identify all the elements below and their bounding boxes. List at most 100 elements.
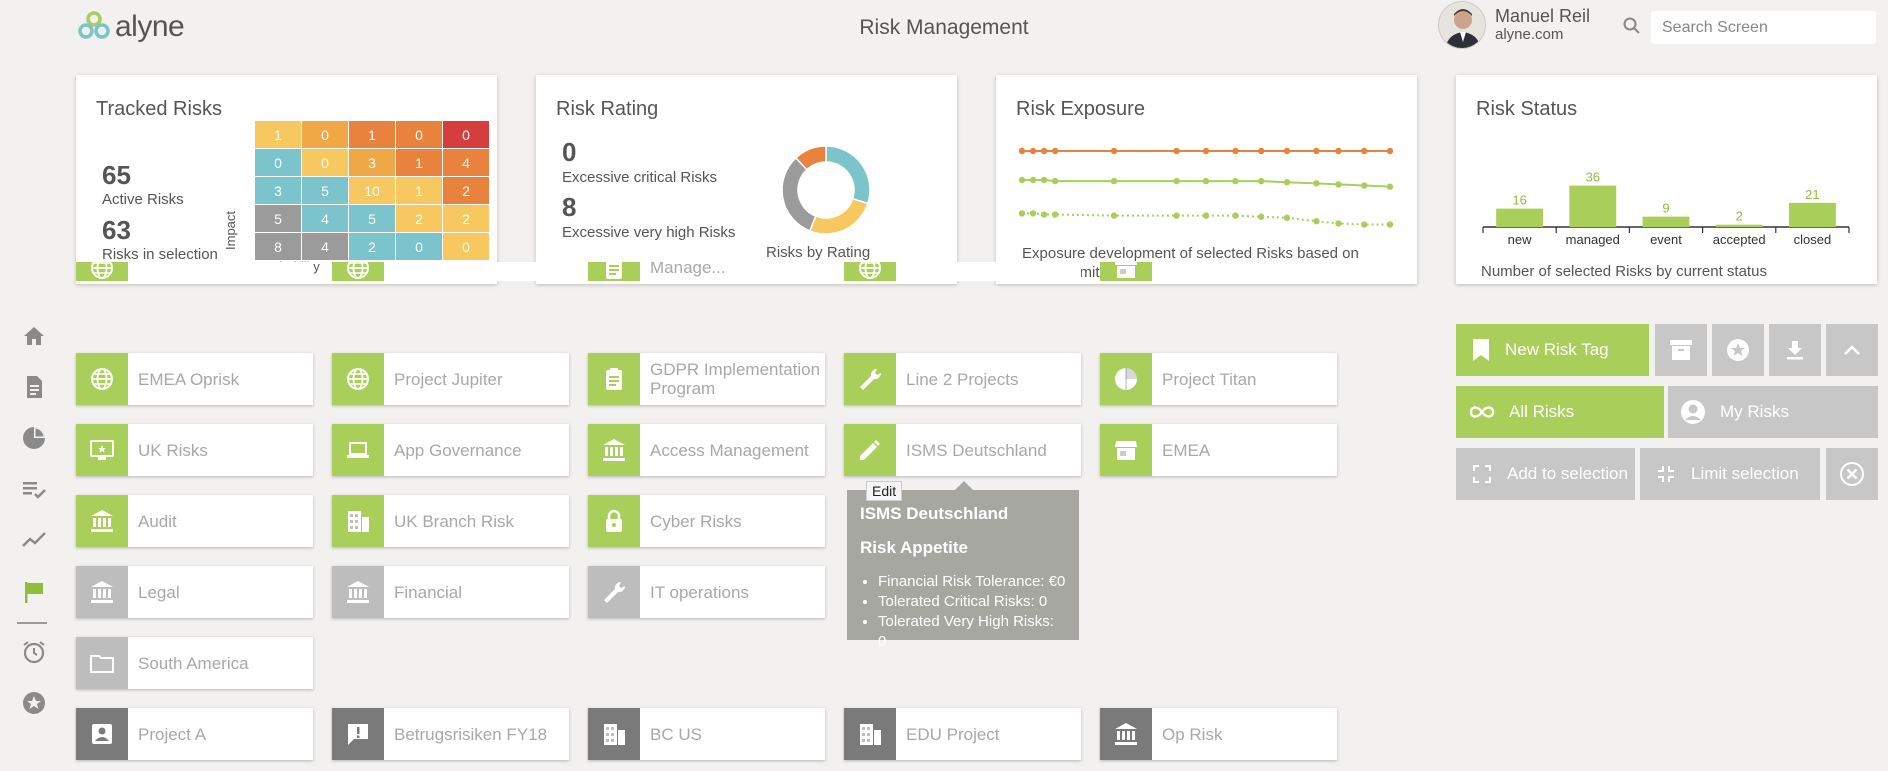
exposure-point[interactable]	[1051, 211, 1059, 218]
risk-rating-donut[interactable]	[776, 140, 876, 240]
my-risks-button[interactable]: My Risks	[1668, 386, 1878, 438]
exposure-point[interactable]	[1202, 212, 1210, 219]
exposure-point[interactable]	[1361, 147, 1368, 155]
exposure-point[interactable]	[1313, 180, 1320, 187]
matrix-cell[interactable]: 0	[443, 233, 489, 260]
status-bar[interactable]	[1496, 208, 1544, 227]
exposure-point[interactable]	[1283, 179, 1291, 186]
donut-slice[interactable]	[781, 156, 817, 232]
risk-tag-tile[interactable]: EDU Project	[844, 708, 1081, 760]
matrix-cell[interactable]: 8	[255, 233, 301, 260]
flag-icon[interactable]	[20, 578, 48, 606]
risk-tag-tile[interactable]: BC US	[588, 708, 825, 760]
risk-exposure-line-chart[interactable]	[1016, 145, 1396, 235]
matrix-cell[interactable]: 1	[349, 121, 395, 148]
risk-tag-tile[interactable]: Op Risk	[1100, 708, 1337, 760]
exposure-point[interactable]	[1202, 147, 1210, 155]
risk-tag-tile[interactable]: IT operations	[588, 566, 825, 618]
risk-tag-tile[interactable]: GDPR Implementation Program	[588, 353, 825, 405]
risk-tag-tile[interactable]: EMEA	[1100, 424, 1337, 476]
matrix-cell[interactable]: 5	[349, 205, 395, 232]
exposure-point[interactable]	[1029, 176, 1037, 184]
matrix-cell[interactable]: 4	[302, 205, 348, 232]
exposure-point[interactable]	[1283, 214, 1291, 222]
search-input[interactable]	[1651, 11, 1876, 44]
exposure-point[interactable]	[1258, 147, 1265, 155]
status-bar[interactable]	[1642, 216, 1690, 227]
exposure-point[interactable]	[1110, 212, 1118, 219]
matrix-cell[interactable]: 5	[302, 177, 348, 204]
exposure-point[interactable]	[1335, 181, 1342, 188]
pie-chart-icon[interactable]	[20, 424, 48, 452]
matrix-cell[interactable]: 3	[255, 177, 301, 204]
exposure-point[interactable]	[1173, 147, 1180, 155]
exposure-point[interactable]	[1386, 221, 1394, 228]
collapse-button[interactable]	[1826, 324, 1878, 376]
exposure-point[interactable]	[1173, 212, 1180, 219]
exposure-point[interactable]	[1040, 147, 1048, 155]
matrix-cell[interactable]: 0	[302, 121, 348, 148]
donut-slice[interactable]	[825, 145, 871, 205]
risk-tag-tile[interactable]: Project Titan	[1100, 353, 1337, 405]
matrix-cell[interactable]: 2	[443, 205, 489, 232]
matrix-cell[interactable]: 5	[255, 205, 301, 232]
exposure-point[interactable]	[1335, 220, 1342, 227]
risk-tag-tile[interactable]: Legal	[76, 566, 313, 618]
risk-rating-card[interactable]: Risk Rating 0 Excessive critical Risks 8…	[536, 75, 957, 284]
exposure-point[interactable]	[1040, 176, 1048, 184]
matrix-cell[interactable]: 0	[302, 149, 348, 176]
risk-tag-tile[interactable]: UK Risks	[76, 424, 313, 476]
exposure-point[interactable]	[1313, 218, 1320, 225]
matrix-cell[interactable]: 0	[255, 149, 301, 176]
risk-status-card[interactable]: Risk Status 16 36 9 2 21 new managed event acce…	[1456, 75, 1877, 284]
risk-tag-tile[interactable]: Cyber Risks	[588, 495, 825, 547]
risk-tag-tile[interactable]: Project Jupiter	[332, 353, 569, 405]
exposure-point[interactable]	[1018, 176, 1026, 184]
donut-slice[interactable]	[808, 197, 869, 235]
exposure-point[interactable]	[1110, 147, 1118, 155]
document-icon[interactable]	[20, 373, 48, 401]
exposure-point[interactable]	[1386, 147, 1394, 155]
star-icon[interactable]	[20, 689, 48, 717]
matrix-cell[interactable]: 4	[302, 233, 348, 260]
matrix-cell[interactable]: 2	[443, 177, 489, 204]
matrix-cell[interactable]: 10	[349, 177, 395, 204]
exposure-point[interactable]	[1029, 210, 1037, 217]
add-to-selection-button[interactable]: Add to selection	[1456, 448, 1635, 500]
risk-exposure-card[interactable]: Risk Exposure Exposure development of se…	[996, 75, 1417, 284]
exposure-point[interactable]	[1110, 177, 1118, 185]
limit-selection-button[interactable]: Limit selection	[1640, 448, 1820, 500]
matrix-cell[interactable]: 0	[443, 121, 489, 148]
search-icon[interactable]	[1622, 16, 1642, 36]
matrix-cell[interactable]: 1	[255, 121, 301, 148]
risk-tag-tile[interactable]: Financial	[332, 566, 569, 618]
risk-status-bar-chart[interactable]: 16 36 9 2 21	[1476, 160, 1856, 235]
archive-button[interactable]	[1655, 324, 1707, 376]
trend-icon[interactable]	[20, 526, 48, 554]
new-risk-tag-button[interactable]: New Risk Tag	[1456, 324, 1649, 376]
matrix-cell[interactable]: 0	[396, 233, 442, 260]
status-bar[interactable]	[1569, 185, 1617, 227]
exposure-point[interactable]	[1258, 213, 1265, 220]
alarm-icon[interactable]	[20, 638, 48, 666]
matrix-cell[interactable]: 2	[396, 205, 442, 232]
exposure-point[interactable]	[1029, 147, 1037, 155]
risk-tag-tile[interactable]: Audit	[76, 495, 313, 547]
exposure-point[interactable]	[1173, 177, 1180, 185]
matrix-cell[interactable]: 1	[396, 177, 442, 204]
exposure-point[interactable]	[1040, 211, 1048, 218]
risk-tag-tile[interactable]: EMEA Oprisk	[76, 353, 313, 405]
exposure-point[interactable]	[1335, 147, 1342, 155]
exposure-point[interactable]	[1313, 147, 1320, 155]
risk-tag-tile[interactable]: Line 2 Projects	[844, 353, 1081, 405]
all-risks-button[interactable]: All Risks	[1456, 386, 1664, 438]
favorite-button[interactable]	[1712, 324, 1764, 376]
status-bar[interactable]	[1788, 202, 1836, 227]
risk-heat-matrix[interactable]: 1 0 1 0 0 0 0 3 1 4 3 5 10 1 2 5 4 5 2 2 8 4 2 0 0	[255, 121, 489, 260]
risk-tag-tile[interactable]: Access Management	[588, 424, 825, 476]
matrix-cell[interactable]: 3	[349, 149, 395, 176]
exposure-point[interactable]	[1051, 177, 1059, 185]
exposure-point[interactable]	[1018, 147, 1026, 155]
risk-tag-tile[interactable]: ISMS Deutschland	[844, 424, 1081, 476]
risk-tag-tile[interactable]: South America	[76, 637, 313, 689]
